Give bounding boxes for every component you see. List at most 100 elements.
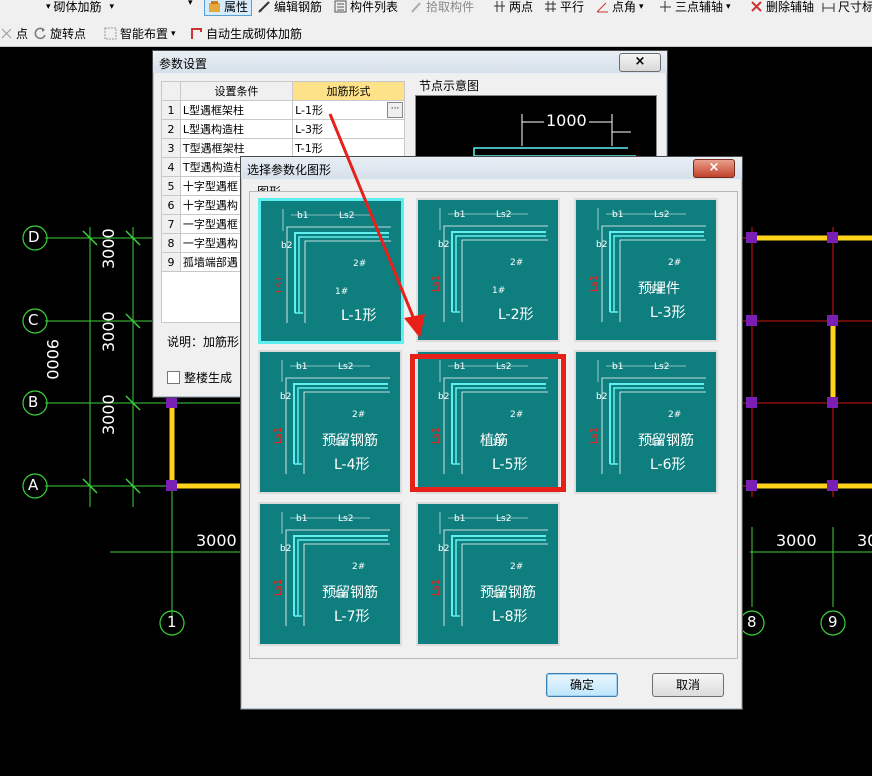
tile-caption: 预留钢筋: [480, 585, 536, 601]
tile-caption-2: L-4形: [334, 457, 370, 473]
cell-condition[interactable]: L型遇框架柱: [179, 100, 294, 120]
tile-caption: 预留钢筋: [322, 585, 378, 601]
axis-label-b: B: [28, 393, 39, 411]
cell-condition[interactable]: T型遇框架柱: [179, 138, 294, 158]
tile-dim-label: Ls2: [654, 210, 670, 220]
shape-tile-l-2[interactable]: b1 Ls2 b2 2# 1# Ls1 L-2形: [416, 198, 560, 342]
axis-label-a: A: [28, 476, 39, 494]
tile-line: [609, 231, 704, 312]
shape-tile-l-8[interactable]: b1 Ls2 b2 2# 1# Ls1 L-8形 预留钢筋: [416, 502, 560, 646]
two-point-label: 两点: [509, 0, 534, 14]
shape-tile-l-1[interactable]: b1 Ls2 b2 2# 1# Ls1 L-1形: [258, 198, 404, 344]
component-type-combo-label: 砌体加筋: [53, 0, 102, 14]
cell-condition[interactable]: L型遇构造柱: [179, 119, 294, 139]
cell-form[interactable]: L-1形 ···: [292, 100, 405, 120]
node-preview-label: 节点示意图: [419, 79, 480, 93]
tile-dim-label: 2#: [352, 410, 366, 420]
tile-dim-label: Ls2: [339, 211, 355, 221]
auto-generate-icon: [190, 27, 203, 40]
shape-tile-drawing: [281, 512, 390, 626]
row-num: 3: [161, 138, 181, 158]
shape-tile-l-3[interactable]: b1 Ls2 b2 2# 1# Ls1 L-3形 预埋件: [574, 198, 718, 342]
tile-ls1-label: Ls1: [273, 578, 285, 597]
tile-ls1-label: Ls1: [589, 274, 601, 293]
tile-line: [293, 383, 388, 464]
tile-dim-label: 2#: [668, 410, 682, 420]
delete-aux-label: 删除辅轴: [766, 0, 815, 14]
tile-dim-label: 1#: [492, 286, 506, 296]
cancel-button[interactable]: 取消: [652, 673, 724, 697]
dim-total: 9000: [43, 339, 62, 380]
two-point-icon: [493, 0, 506, 13]
pick-component-button[interactable]: 拾取构件: [410, 0, 474, 15]
row-num: 6: [161, 195, 181, 215]
close-icon: ×: [634, 54, 646, 69]
smart-layout-label: 智能布置: [120, 27, 169, 41]
pick-icon: [410, 0, 423, 13]
toolbar-second: 点 旋转点 智能布置 ▾ 自动生成砌体加筋: [0, 17, 872, 47]
component-type-combo[interactable]: ▾ 砌体加筋 ▾: [46, 0, 114, 15]
parallel-button[interactable]: 平行: [544, 0, 584, 15]
tile-dim-label: b2: [596, 392, 608, 402]
two-point-button[interactable]: 两点: [493, 0, 533, 15]
tile-dim-label: 2#: [510, 562, 524, 572]
tile-caption-2: L-8形: [492, 609, 528, 625]
property-button[interactable]: 属性: [204, 0, 253, 16]
tile-caption-2: L-6形: [650, 457, 686, 473]
col-header-form[interactable]: 加筋形式: [292, 81, 405, 101]
tile-ls1-label: Ls1: [273, 426, 285, 445]
cell-form[interactable]: T-1形: [292, 138, 405, 158]
three-point-aux-button[interactable]: 三点辅轴 ▾: [659, 0, 731, 15]
axis-label-c: C: [28, 311, 39, 329]
axis-label-1: 1: [167, 613, 177, 631]
row-num: 8: [161, 233, 181, 253]
param-dialog-close-button[interactable]: ×: [619, 53, 661, 72]
tile-ls1-label: Ls1: [431, 274, 443, 293]
smart-layout-button[interactable]: 智能布置 ▾: [104, 25, 176, 42]
auto-generate-label: 自动生成砌体加筋: [206, 27, 303, 41]
shape-tile-l-6[interactable]: b1 Ls2 b2 2# 1# Ls1 L-6形 预留钢筋: [574, 350, 718, 494]
tile-dim-label: 2#: [352, 562, 366, 572]
whole-building-checkbox[interactable]: 整楼生成: [167, 369, 232, 386]
param-dialog-titlebar[interactable]: 参数设置: [153, 51, 667, 73]
cross-icon: [0, 27, 13, 40]
component-list-label: 构件列表: [350, 0, 399, 14]
node-preview-dim: 1000: [544, 111, 589, 130]
cell-form[interactable]: L-3形: [292, 119, 405, 139]
tile-dim-label: b2: [596, 240, 608, 250]
edit-rebar-button[interactable]: 编辑钢筋: [258, 0, 322, 15]
tile-line: [293, 535, 388, 616]
delete-aux-button[interactable]: 删除辅轴: [750, 0, 814, 15]
point-button[interactable]: 点: [0, 25, 28, 42]
select-dialog-close-button[interactable]: ×: [693, 159, 735, 178]
select-dialog-titlebar[interactable]: 选择参数化图形: [241, 157, 742, 179]
shape-tile-drawing: [439, 512, 548, 626]
shape-tile-drawing: [439, 208, 548, 322]
dimension-button[interactable]: 尺寸标: [822, 0, 872, 15]
row-num: 9: [161, 252, 181, 272]
parallel-icon: [544, 0, 557, 13]
tile-dim-label: 1#: [335, 287, 349, 297]
row-num: 5: [161, 176, 181, 196]
rotate-point-button[interactable]: 旋转点: [34, 25, 86, 42]
shape-tile-l-7[interactable]: b1 Ls2 b2 2# 1# Ls1 L-7形 预留钢筋: [258, 502, 402, 646]
dim-bottom-1: 3000: [196, 531, 237, 550]
sub-combo-arrow[interactable]: ▾: [188, 0, 193, 8]
tile-caption: L-1形: [341, 308, 377, 324]
point-angle-button[interactable]: 点角 ▾: [596, 0, 644, 15]
tile-caption-2: L-7形: [334, 609, 370, 625]
checkbox-box[interactable]: [167, 371, 180, 384]
ok-button[interactable]: 确定: [546, 673, 618, 697]
tile-caption: 预留钢筋: [638, 433, 694, 449]
ellipsis-button[interactable]: ···: [387, 102, 403, 118]
shape-tile-l-4[interactable]: b1 Ls2 b2 2# 1# Ls1 L-4形 预留钢筋: [258, 350, 402, 494]
axis-label-9: 9: [828, 613, 838, 631]
tile-line: [455, 235, 546, 312]
auto-generate-button[interactable]: 自动生成砌体加筋: [190, 25, 302, 42]
tile-line: [609, 383, 704, 464]
col-header-condition[interactable]: 设置条件: [179, 81, 294, 101]
rotate-point-label: 旋转点: [50, 27, 87, 41]
component-list-button[interactable]: 构件列表: [334, 0, 398, 15]
edit-rebar-icon: [258, 0, 271, 13]
tile-dim-label: b2: [280, 392, 292, 402]
